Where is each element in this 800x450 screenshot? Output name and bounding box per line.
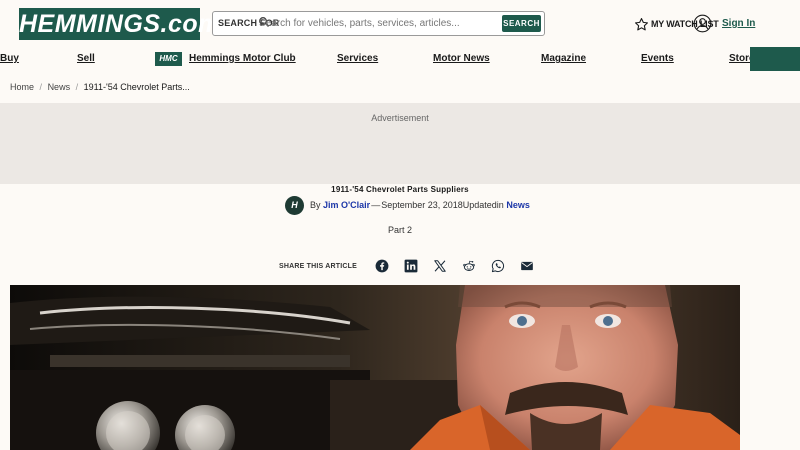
breadcrumb-news[interactable]: News xyxy=(48,82,71,92)
breadcrumb-home[interactable]: Home xyxy=(10,82,34,92)
breadcrumb-current: 1911-'54 Chevrolet Parts... xyxy=(83,82,190,92)
advertisement-label: Advertisement xyxy=(371,113,429,123)
author-avatar: H xyxy=(285,195,304,215)
share-bar: SHARE THIS ARTICLE xyxy=(279,257,549,275)
nav-item-magazine[interactable]: Magazine xyxy=(541,53,586,64)
search-bar: SEARCH FOR SEARCH xyxy=(212,11,545,36)
search-button[interactable]: SEARCH xyxy=(502,15,541,32)
linkedin-icon[interactable] xyxy=(404,259,418,273)
email-icon[interactable] xyxy=(520,259,534,273)
hero-photo xyxy=(10,285,740,450)
share-label: SHARE THIS ARTICLE xyxy=(279,262,358,270)
article-byline: H By Jim O'Clair — September 23, 2018 Updat… xyxy=(285,195,530,215)
nav-item-motor-news[interactable]: Motor News xyxy=(433,53,490,64)
breadcrumb: Home / News / 1911-'54 Chevrolet Parts..… xyxy=(10,82,190,92)
updated-label: Updated xyxy=(462,200,497,210)
nav-item-events[interactable]: Events xyxy=(641,53,674,64)
search-input[interactable] xyxy=(259,14,509,33)
star-icon xyxy=(635,17,648,30)
nav-cta-block[interactable] xyxy=(750,47,800,71)
article-part-label: Part 2 xyxy=(387,225,412,235)
nav-item-services[interactable]: Services xyxy=(337,53,378,64)
author-link[interactable]: Jim O'Clair xyxy=(323,200,370,210)
breadcrumb-separator: / xyxy=(39,82,43,92)
breadcrumb-separator: / xyxy=(75,82,79,92)
article-title: 1911-'54 Chevrolet Parts Suppliers xyxy=(331,185,469,194)
main-nav: Buy Sell Hemmings Motor Club Services Mo… xyxy=(0,48,800,72)
hero-photo-illustration xyxy=(10,285,740,450)
nav-item-hemmings-motor-club[interactable]: Hemmings Motor Club xyxy=(189,53,296,64)
nav-item-buy[interactable]: Buy xyxy=(0,53,19,64)
byline-dash: — xyxy=(371,200,381,210)
hemmings-logo[interactable]: HEMMINGS.com xyxy=(19,8,220,40)
hmc-logo-badge: HMC xyxy=(155,52,182,66)
byline-in: in xyxy=(496,200,504,210)
whatsapp-icon[interactable] xyxy=(491,259,505,273)
facebook-icon[interactable] xyxy=(375,259,389,273)
reddit-icon[interactable] xyxy=(462,259,476,273)
byline-by: By xyxy=(310,200,321,210)
user-account-icon[interactable] xyxy=(693,14,712,33)
site-header: HEMMINGS.com SEARCH FOR SEARCH MY WATCH … xyxy=(0,0,800,48)
category-link[interactable]: News xyxy=(506,200,530,210)
x-icon[interactable] xyxy=(433,259,447,273)
publish-date: September 23, 2018 xyxy=(381,200,463,210)
nav-item-sell[interactable]: Sell xyxy=(77,53,95,64)
sign-in-link[interactable]: Sign In xyxy=(722,18,755,29)
advertisement-banner: Advertisement xyxy=(0,103,800,184)
